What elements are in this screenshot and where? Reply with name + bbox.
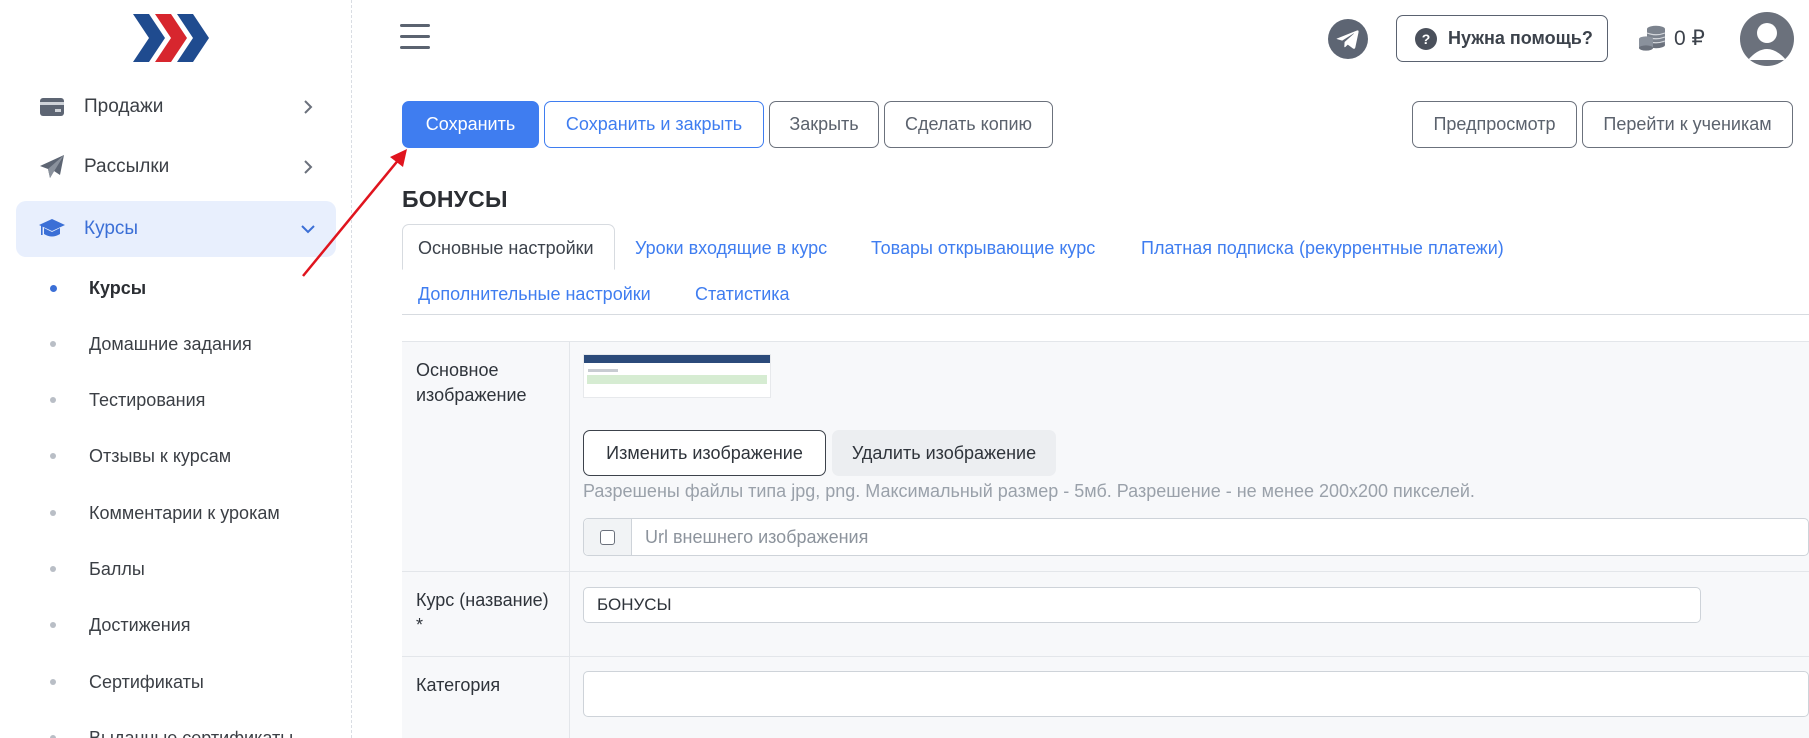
credit-card-icon: [40, 98, 64, 116]
hamburger-menu-icon[interactable]: [400, 24, 430, 52]
course-name-input[interactable]: [583, 587, 1701, 623]
help-label: Нужна помощь?: [1448, 28, 1593, 48]
question-icon: ?: [1415, 27, 1437, 50]
form-row-image: Основное изображение Изменить изображени…: [402, 341, 1809, 571]
image-thumbnail[interactable]: [583, 354, 771, 398]
avatar[interactable]: [1740, 12, 1794, 66]
submenu-label: Баллы: [89, 558, 145, 579]
url-input-group: [583, 518, 1809, 556]
submenu-item-tests[interactable]: Тестирования: [0, 380, 350, 420]
tab-paid-subscription[interactable]: Платная подписка (рекуррентные платежи): [1141, 238, 1504, 259]
bullet-dot: [50, 510, 56, 516]
bullet-dot: [50, 397, 56, 403]
balance-amount: 0 ₽: [1674, 26, 1705, 50]
menu-label: Продажи: [84, 96, 164, 117]
category-select[interactable]: [583, 671, 1809, 717]
chevron-right-icon: [304, 160, 313, 174]
image-label: Основное изображение: [402, 342, 570, 571]
preview-button[interactable]: Предпросмотр: [1412, 101, 1577, 148]
submenu-label: Достижения: [89, 614, 191, 635]
menu-label: Курсы: [84, 218, 139, 239]
bullet-dot: [50, 453, 56, 459]
submenu-label: Домашние задания: [89, 333, 252, 354]
graduation-cap-icon: [39, 219, 65, 237]
url-input[interactable]: [632, 519, 1808, 555]
close-button[interactable]: Закрыть: [769, 101, 879, 148]
telegram-icon[interactable]: [1328, 19, 1368, 59]
submenu-label: Комментарии к урокам: [89, 502, 280, 523]
submenu-label: Отзывы к курсам: [89, 445, 232, 466]
form-row-course: Курс (название) *: [402, 571, 1809, 656]
coins-icon: [1639, 25, 1666, 51]
save-button[interactable]: Сохранить: [402, 101, 539, 148]
save-and-close-button[interactable]: Сохранить и закрыть: [544, 101, 764, 148]
submenu-item-issued-certificates[interactable]: Выданные сертификаты: [0, 718, 350, 738]
help-button[interactable]: ? Нужна помощь?: [1396, 15, 1608, 62]
go-to-students-button[interactable]: Перейти к ученикам: [1582, 101, 1793, 148]
submenu-item-points[interactable]: Баллы: [0, 549, 350, 589]
submenu-item-certificates[interactable]: Сертификаты: [0, 662, 350, 702]
menu-item-sales[interactable]: Продажи: [16, 79, 336, 135]
bullet-dot: [50, 284, 57, 292]
page-title: БОНУСЫ: [402, 186, 508, 212]
submenu-item-achievements[interactable]: Достижения: [0, 605, 350, 645]
image-hint: Разрешены файлы типа jpg, png. Максималь…: [583, 481, 1475, 501]
submenu-label: Курсы: [89, 277, 147, 298]
tab-main-settings[interactable]: Основные настройки: [402, 224, 615, 270]
sidebar: Продажи Рассылки Курсы Курсы Домашние за…: [0, 0, 352, 738]
bullet-dot: [50, 622, 56, 628]
logo: [133, 14, 209, 62]
menu-item-mailings[interactable]: Рассылки: [16, 139, 336, 195]
tab-statistics[interactable]: Статистика: [695, 284, 790, 305]
bullet-dot: [50, 341, 56, 347]
submenu-item-courses[interactable]: Курсы: [0, 268, 350, 308]
url-checkbox[interactable]: [600, 529, 615, 545]
submenu-item-homework[interactable]: Домашние задания: [0, 324, 350, 364]
bullet-dot: [50, 566, 56, 572]
tabs-divider: [402, 314, 1809, 315]
tab-products[interactable]: Товары открывающие курс: [871, 238, 1095, 259]
url-checkbox-cell: [584, 519, 632, 555]
tab-additional-settings[interactable]: Дополнительные настройки: [418, 284, 651, 305]
form-row-category: Категория: [402, 656, 1809, 738]
balance[interactable]: 0 ₽: [1638, 20, 1705, 56]
chevron-right-icon: [304, 100, 313, 114]
course-label: Курс (название) *: [402, 572, 570, 656]
bullet-dot: [50, 679, 56, 685]
menu-label: Рассылки: [84, 156, 170, 177]
submenu-label: Выданные сертификаты: [89, 727, 294, 738]
submenu-label: Тестирования: [89, 389, 206, 410]
change-image-button[interactable]: Изменить изображение: [583, 430, 826, 476]
category-label: Категория: [402, 657, 570, 738]
tab-lessons[interactable]: Уроки входящие в курс: [635, 238, 827, 259]
paper-plane-icon: [40, 155, 64, 178]
make-copy-button[interactable]: Сделать копию: [884, 101, 1053, 148]
submenu-item-comments[interactable]: Комментарии к урокам: [0, 493, 350, 533]
submenu-label: Сертификаты: [89, 671, 204, 692]
submenu-item-reviews[interactable]: Отзывы к курсам: [0, 436, 350, 476]
delete-image-button[interactable]: Удалить изображение: [832, 430, 1056, 476]
menu-item-courses[interactable]: Курсы: [16, 201, 336, 257]
chevron-down-icon: [301, 225, 315, 234]
